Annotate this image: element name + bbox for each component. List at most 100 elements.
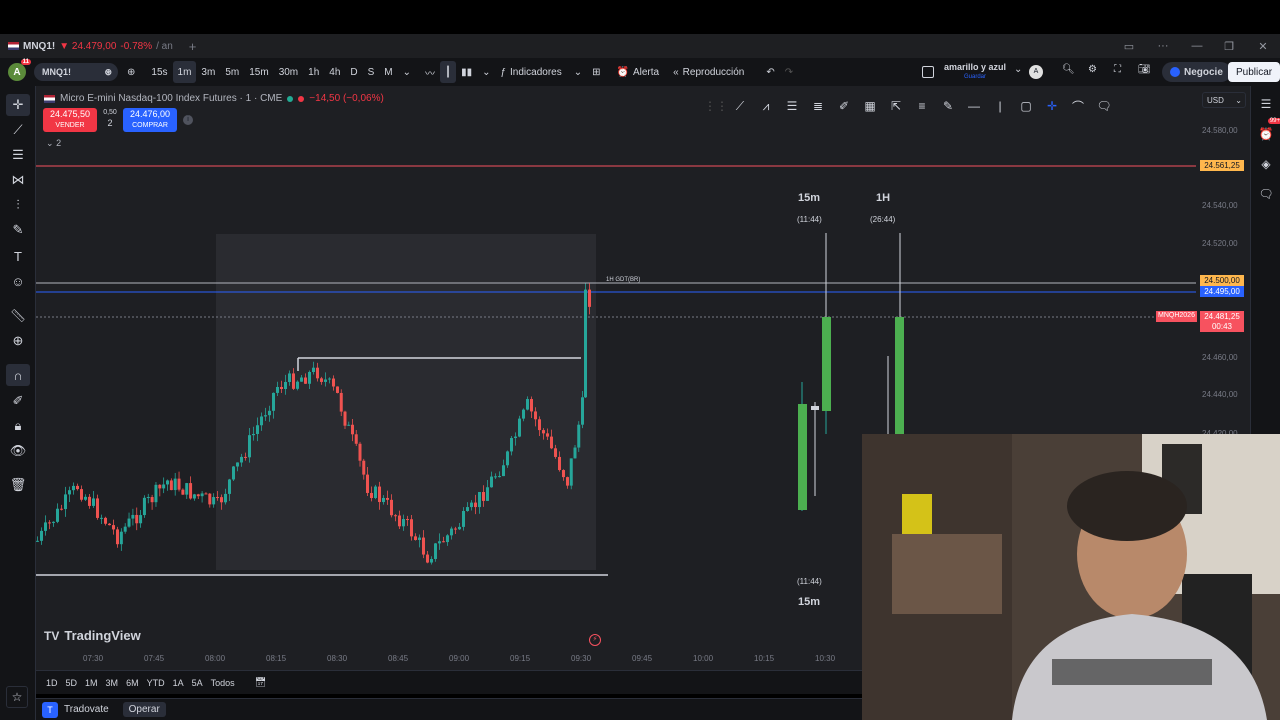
browser-tab[interactable]: MNQ1! ▼ 24.479,00 -0.78% / an [0, 34, 181, 58]
crosshair-icon[interactable]: ✛ [6, 94, 30, 116]
cross-tool-icon[interactable]: ✛ [1042, 99, 1062, 113]
interval-4h[interactable]: 4h [324, 61, 345, 83]
rect-tool-icon[interactable]: ▢ [1016, 99, 1036, 113]
layout-badge-icon[interactable]: A [1029, 65, 1043, 79]
cursor-tool-icon[interactable]: ⇱ [886, 99, 906, 113]
drag-handle-icon[interactable]: ⋮⋮ [704, 99, 728, 113]
interval-m[interactable]: M [379, 61, 397, 83]
visibility-icon[interactable]: 👁︎ [6, 440, 30, 462]
layout-checkbox-icon[interactable] [922, 66, 934, 78]
range-1m[interactable]: 1M [81, 678, 102, 688]
brush-tool-icon[interactable]: ✎ [938, 99, 958, 113]
redo-icon[interactable]: ↷ [780, 61, 798, 83]
hline-tool-icon[interactable]: — [964, 99, 984, 113]
currency-select[interactable]: USD ⌄ [1202, 92, 1246, 108]
lines-tool-icon[interactable]: ≡ [912, 99, 932, 113]
line-tool-icon[interactable]: ⟋ [730, 99, 750, 114]
symbol-search[interactable]: MNQ1! ⊛ [34, 63, 118, 81]
layers-icon[interactable]: ◈ [1256, 154, 1276, 174]
alerts-icon[interactable]: ⏰ 99+ [1256, 118, 1280, 144]
magnet-icon[interactable]: ∩ [6, 364, 30, 386]
buy-button[interactable]: 24.476,00 COMPRAR [123, 108, 177, 132]
brush-icon[interactable]: ✎ [6, 219, 30, 241]
close-icon[interactable]: ✕ [1246, 34, 1280, 58]
screen-icon[interactable]: ▭ [1112, 34, 1146, 58]
watchlist-icon[interactable]: ☰ [1256, 94, 1276, 114]
sell-button[interactable]: 24.475,50 VENDER [43, 108, 97, 132]
layout-name[interactable]: amarillo y azul Guardar [944, 62, 1006, 82]
bar-chart-icon[interactable]: ┃ [440, 61, 457, 83]
legend-collapse[interactable]: ⌄ 2 [46, 138, 61, 149]
symbol-settings-icon[interactable]: ⊛ [104, 67, 112, 78]
go-to-realtime-icon[interactable]: ⚡︎ [589, 634, 601, 646]
line-chart-icon[interactable]: 〰 [420, 61, 440, 83]
spread-qty[interactable]: 0,50 2 [100, 108, 120, 128]
avatar[interactable]: A 11 [8, 59, 31, 81]
interval-dropdown-icon[interactable]: ⌄ [398, 61, 416, 83]
zoom-icon[interactable]: ⊕ [6, 330, 30, 352]
chat-icon[interactable]: 🗨︎ [1256, 184, 1276, 204]
favorite-star-icon[interactable]: ☆ [6, 686, 28, 708]
range-5d[interactable]: 5D [62, 678, 82, 688]
fullscreen-icon[interactable]: ⛶ [1114, 64, 1121, 75]
channel-tool-icon[interactable]: ☰ [782, 99, 802, 113]
interval-3m[interactable]: 3m [196, 61, 220, 83]
replay-button[interactable]: « Reproducción [668, 61, 749, 83]
ruler-icon[interactable]: 📏︎ [6, 305, 30, 327]
chart-type-dropdown-icon[interactable]: ⌄ [477, 61, 495, 83]
curve-tool-icon[interactable]: ⌒ [1068, 98, 1088, 115]
trade-panel-button[interactable]: Operar [122, 702, 166, 717]
prediction-icon[interactable]: ⫶ [6, 194, 30, 216]
candle-chart-icon[interactable]: ▮▮ [456, 61, 477, 83]
alert-button[interactable]: ⏰ Alerta [612, 61, 665, 83]
new-tab-icon[interactable]: + [189, 39, 197, 54]
templates-icon[interactable]: ⊞ [587, 61, 605, 83]
range-3m[interactable]: 3M [102, 678, 123, 688]
range-5a[interactable]: 5A [188, 678, 207, 688]
interval-15m[interactable]: 15m [244, 61, 273, 83]
chart-annotation[interactable]: 1H GDT(BR) [606, 277, 640, 283]
interval-15s[interactable]: 15s [146, 61, 172, 83]
range-1d[interactable]: 1D [42, 678, 62, 688]
interval-s[interactable]: S [363, 61, 380, 83]
lock-icon[interactable]: 🔒︎ [6, 415, 30, 437]
calendar-icon[interactable]: 📅︎ [251, 677, 270, 688]
text-icon[interactable]: T [6, 245, 30, 267]
settings-icon[interactable]: ⚙︎ [1088, 64, 1097, 75]
trash-icon[interactable]: 🗑︎ [6, 474, 30, 496]
interval-d[interactable]: D [345, 61, 362, 83]
range-1a[interactable]: 1A [169, 678, 188, 688]
info-icon[interactable]: i [183, 115, 193, 125]
undo-icon[interactable]: ↶ [761, 61, 779, 83]
broker-name[interactable]: Tradovate [64, 704, 109, 715]
trendline-icon[interactable]: ⟋ [6, 119, 30, 141]
search-icon[interactable]: 🔍︎ [1062, 64, 1075, 75]
camera-icon[interactable]: 📷︎ [1138, 64, 1151, 75]
emoji-icon[interactable]: ☺ [6, 270, 30, 292]
minimize-icon[interactable]: — [1180, 34, 1214, 58]
range-ytd[interactable]: YTD [143, 678, 169, 688]
fib-icon[interactable]: ☰ [6, 144, 30, 166]
range-all[interactable]: Todos [207, 678, 239, 688]
more-icon[interactable]: ··· [1146, 34, 1180, 58]
compare-icon[interactable]: ⊕ [122, 61, 140, 83]
interval-5m[interactable]: 5m [220, 61, 244, 83]
range-6m[interactable]: 6M [122, 678, 143, 688]
vline-tool-icon[interactable]: | [990, 99, 1010, 113]
pen-tool-icon[interactable]: ✐ [834, 99, 854, 113]
pattern-icon[interactable]: ⋈ [6, 169, 30, 191]
parallel-tool-icon[interactable]: ≣ [808, 99, 828, 113]
candle-body [482, 492, 485, 501]
interval-1h[interactable]: 1h [303, 61, 324, 83]
interval-1m[interactable]: 1m [172, 61, 197, 83]
layout-dropdown-icon[interactable]: ⌄ [1014, 64, 1022, 75]
path-tool-icon[interactable]: ⩘ [756, 99, 776, 114]
indicators-button[interactable]: ƒ Indicadores ⌄ [495, 61, 587, 83]
interval-30m[interactable]: 30m [274, 61, 303, 83]
publish-button[interactable]: Publicar [1228, 62, 1280, 82]
grid-tool-icon[interactable]: ▦ [860, 99, 880, 113]
trade-button[interactable]: Negocie [1162, 62, 1231, 82]
comment-tool-icon[interactable]: 🗨︎ [1094, 99, 1114, 113]
maximize-icon[interactable]: ❐ [1212, 34, 1246, 58]
draw-mode-icon[interactable]: ✐ [6, 390, 30, 412]
